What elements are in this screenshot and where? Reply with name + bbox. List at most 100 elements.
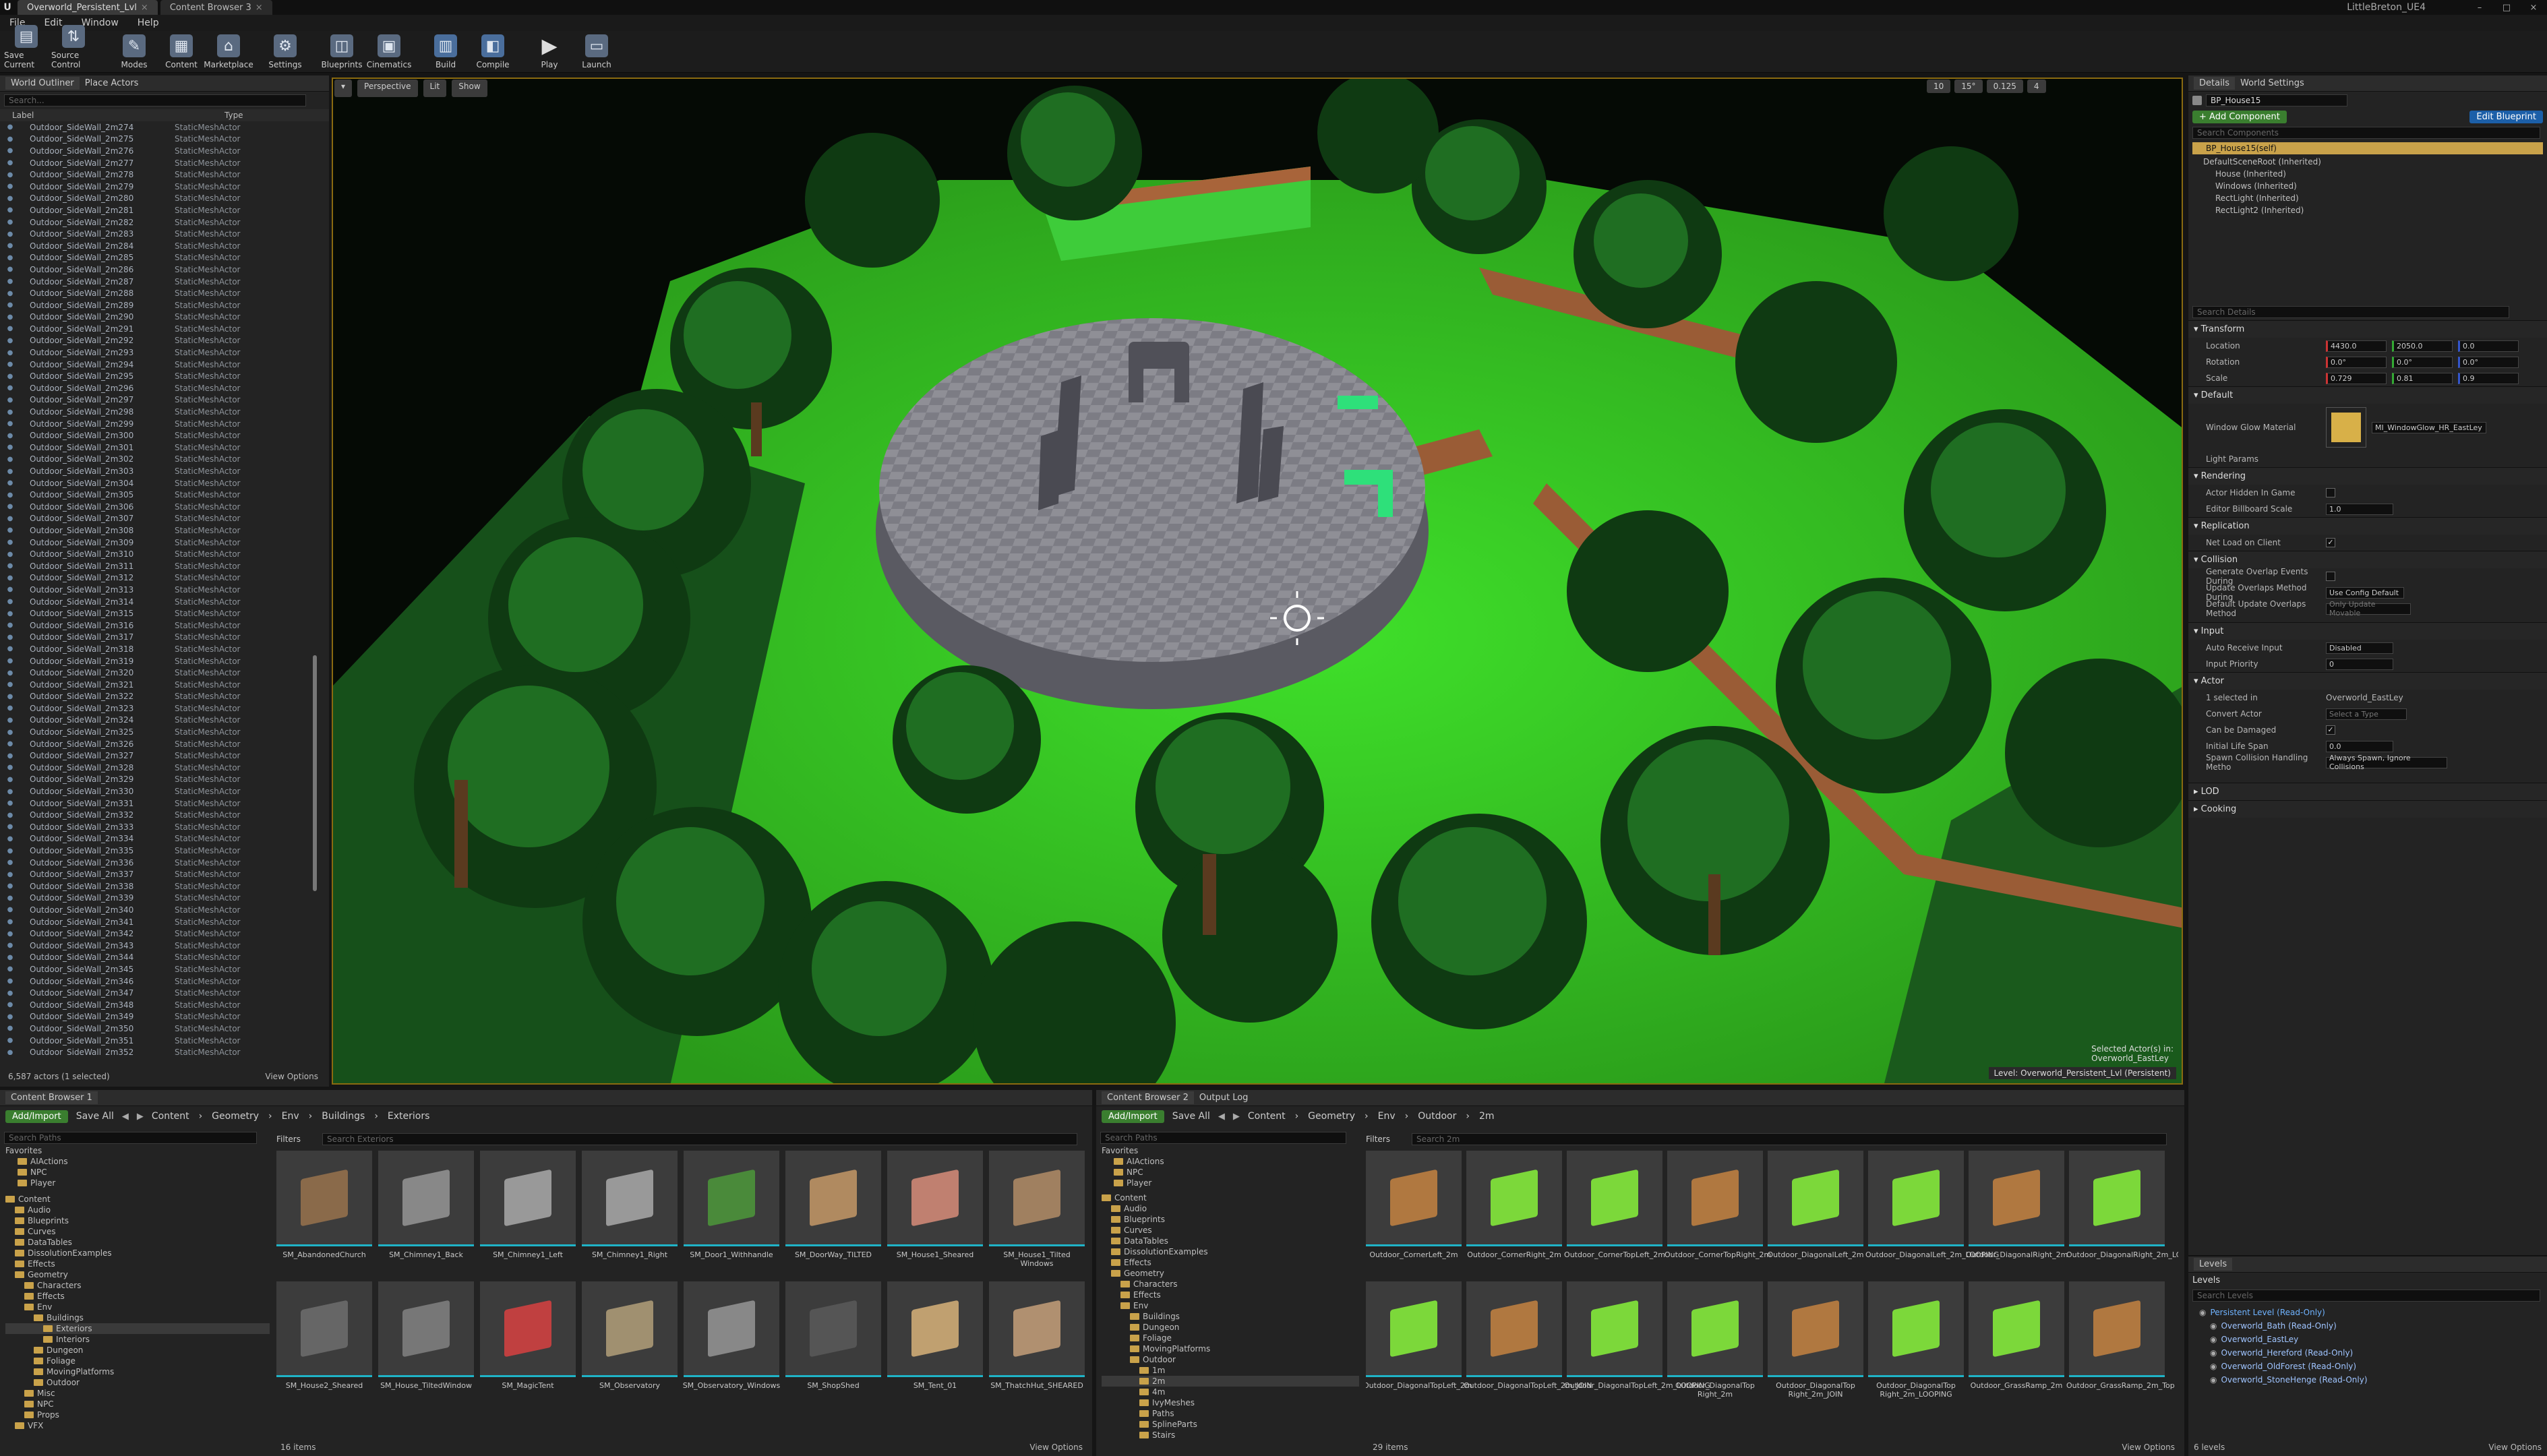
outliner-row[interactable]: ● Outdoor_SideWall_2m326 StaticMeshActor	[4, 738, 329, 750]
asset-tile[interactable]: SM_House_TiltedWindow	[378, 1281, 474, 1407]
material-thumbnail[interactable]	[2326, 407, 2366, 448]
outliner-row[interactable]: ● Outdoor_SideWall_2m313 StaticMeshActor	[4, 584, 329, 596]
visibility-eye-icon[interactable]: ●	[4, 444, 16, 451]
build-button[interactable]: ▥ Build	[423, 34, 468, 72]
outliner-row[interactable]: ● Outdoor_SideWall_2m320 StaticMeshActor	[4, 667, 329, 679]
visibility-eye-icon[interactable]: ●	[4, 562, 16, 570]
level-visibility-icon[interactable]: ◉	[2210, 1321, 2217, 1331]
tab-content-browser-1[interactable]: Content Browser 1	[5, 1091, 98, 1104]
outliner-row[interactable]: ● Outdoor_SideWall_2m310 StaticMeshActor	[4, 548, 329, 560]
visibility-eye-icon[interactable]: ●	[4, 147, 16, 154]
gen-overlap-checkbox[interactable]	[2326, 572, 2335, 581]
cb2-filters-button[interactable]: Filters	[1366, 1134, 1406, 1144]
folder-item[interactable]: Audio	[1102, 1203, 1359, 1214]
visibility-eye-icon[interactable]: ●	[4, 396, 16, 404]
tab-details[interactable]: Details	[2194, 77, 2236, 90]
cb1-back-icon[interactable]: ◀	[122, 1112, 129, 1122]
folder-item[interactable]: Blueprints	[1102, 1214, 1359, 1225]
asset-tile[interactable]: Outdoor_DiagonalTop Right_2m	[1667, 1281, 1763, 1407]
outliner-row[interactable]: ● Outdoor_SideWall_2m348 StaticMeshActor	[4, 999, 329, 1011]
visibility-eye-icon[interactable]: ●	[4, 183, 16, 190]
menu-help[interactable]: Help	[128, 18, 169, 28]
visibility-eye-icon[interactable]: ●	[4, 1001, 16, 1008]
marketplace-button[interactable]: ⌂ Marketplace	[204, 34, 253, 72]
edit-blueprint-button[interactable]: Edit Blueprint	[2469, 111, 2543, 123]
folder-item[interactable]: 4m	[1102, 1387, 1359, 1397]
visibility-eye-icon[interactable]: ●	[4, 503, 16, 510]
asset-tile[interactable]: SM_Observatory	[582, 1281, 678, 1407]
asset-tile[interactable]: Outdoor_DiagonalTopLeft_2m_LOOPING	[1564, 1281, 1710, 1407]
outliner-row[interactable]: ● Outdoor_SideWall_2m290 StaticMeshActor	[4, 311, 329, 324]
folder-item[interactable]: Outdoor	[1102, 1354, 1359, 1365]
search-components-input[interactable]: Search Components	[2192, 127, 2540, 139]
visibility-eye-icon[interactable]: ●	[4, 526, 16, 534]
visibility-eye-icon[interactable]: ●	[4, 290, 16, 297]
folder-item[interactable]: IvyMeshes	[1102, 1397, 1359, 1408]
folder-item[interactable]: DataTables	[1102, 1236, 1359, 1246]
cb2-back-icon[interactable]: ◀	[1218, 1112, 1225, 1122]
folder-item[interactable]: SplineParts	[1102, 1419, 1359, 1430]
close-icon[interactable]: ×	[141, 3, 148, 13]
folder-item[interactable]: Exteriors	[5, 1323, 270, 1334]
asset-tile[interactable]: Outdoor_CornerLeft_2m	[1366, 1151, 1462, 1276]
section-actor[interactable]: ▾ Actor	[2188, 672, 2547, 690]
close-window-icon[interactable]: ×	[2520, 3, 2547, 13]
visibility-eye-icon[interactable]: ●	[4, 325, 16, 332]
tab-place-actors[interactable]: Place Actors	[85, 78, 139, 88]
visibility-eye-icon[interactable]: ●	[4, 278, 16, 285]
input-priority-field[interactable]: 0	[2326, 658, 2393, 670]
asset-tile[interactable]: Outdoor_DiagonalTopLeft_2m	[1366, 1281, 1472, 1407]
outliner-row[interactable]: ● Outdoor_SideWall_2m341 StaticMeshActor	[4, 916, 329, 928]
visibility-eye-icon[interactable]: ●	[4, 159, 16, 166]
lit-button[interactable]: Lit	[423, 80, 447, 97]
fav-item[interactable]: AIActions	[1102, 1156, 1359, 1167]
net-load-checkbox[interactable]: ✓	[2326, 538, 2335, 547]
outliner-row[interactable]: ● Outdoor_SideWall_2m293 StaticMeshActor	[4, 346, 329, 359]
folder-item[interactable]: Props	[5, 1409, 270, 1420]
outliner-row[interactable]: ● Outdoor_SideWall_2m307 StaticMeshActor	[4, 513, 329, 525]
outliner-row[interactable]: ● Outdoor_SideWall_2m336 StaticMeshActor	[4, 857, 329, 869]
asset-tile[interactable]: Outdoor_DiagonalRight_2m	[1966, 1151, 2068, 1276]
folder-item[interactable]: DissolutionExamples	[5, 1248, 270, 1258]
outliner-row[interactable]: ● Outdoor_SideWall_2m349 StaticMeshActor	[4, 1011, 329, 1023]
visibility-eye-icon[interactable]: ●	[4, 812, 16, 819]
level-visibility-icon[interactable]: ◉	[2210, 1348, 2217, 1358]
visibility-eye-icon[interactable]: ●	[4, 859, 16, 866]
asset-tile[interactable]: Outdoor_CornerRight_2m	[1466, 1151, 1562, 1276]
column-label[interactable]: Label	[12, 111, 224, 120]
outliner-row[interactable]: ● Outdoor_SideWall_2m312 StaticMeshActor	[4, 572, 329, 584]
outliner-row[interactable]: ● Outdoor_SideWall_2m346 StaticMeshActor	[4, 975, 329, 988]
visibility-eye-icon[interactable]: ●	[4, 135, 16, 143]
folder-item[interactable]: DissolutionExamples	[1102, 1246, 1359, 1257]
auto-receive-dropdown[interactable]: Disabled	[2326, 642, 2393, 654]
visibility-eye-icon[interactable]: ●	[4, 621, 16, 629]
outliner-row[interactable]: ● Outdoor_SideWall_2m287 StaticMeshActor	[4, 276, 329, 288]
outliner-row[interactable]: ● Outdoor_SideWall_2m295 StaticMeshActor	[4, 370, 329, 382]
visibility-eye-icon[interactable]: ●	[4, 218, 16, 226]
cb1-search-assets-input[interactable]: Search Exteriors	[322, 1133, 1077, 1145]
visibility-eye-icon[interactable]: ●	[4, 195, 16, 202]
outliner-row[interactable]: ● Outdoor_SideWall_2m316 StaticMeshActor	[4, 619, 329, 632]
visibility-eye-icon[interactable]: ●	[4, 468, 16, 475]
outliner-row[interactable]: ● Outdoor_SideWall_2m279 StaticMeshActor	[4, 181, 329, 193]
folder-item[interactable]: MovingPlatforms	[5, 1366, 270, 1377]
outliner-row[interactable]: ● Outdoor_SideWall_2m285 StaticMeshActor	[4, 252, 329, 264]
asset-tile[interactable]: Outdoor_DiagonalLeft_2m	[1767, 1151, 1864, 1276]
save-current-button[interactable]: ▤ Save Current	[4, 25, 49, 72]
visibility-eye-icon[interactable]: ●	[4, 539, 16, 546]
outliner-row[interactable]: ● Outdoor_SideWall_2m308 StaticMeshActor	[4, 524, 329, 537]
visibility-eye-icon[interactable]: ●	[4, 729, 16, 736]
visibility-eye-icon[interactable]: ●	[4, 171, 16, 179]
section-rendering[interactable]: ▾ Rendering	[2188, 467, 2547, 485]
folder-item[interactable]: Dungeon	[5, 1345, 270, 1356]
visibility-eye-icon[interactable]: ●	[4, 1049, 16, 1055]
outliner-row[interactable]: ● Outdoor_SideWall_2m332 StaticMeshActor	[4, 809, 329, 821]
outliner-row[interactable]: ● Outdoor_SideWall_2m342 StaticMeshActor	[4, 928, 329, 940]
folder-item[interactable]: NPC	[5, 1399, 270, 1409]
rotation-y[interactable]: 0.0°	[2392, 356, 2453, 368]
asset-tile[interactable]: SM_House1_Tilted Windows	[989, 1151, 1085, 1276]
folder-item[interactable]: Buildings	[5, 1312, 270, 1323]
section-input[interactable]: ▾ Input	[2188, 622, 2547, 640]
location-y[interactable]: 2050.0	[2392, 340, 2453, 352]
blueprints-button[interactable]: ◫ Blueprints	[320, 34, 364, 72]
